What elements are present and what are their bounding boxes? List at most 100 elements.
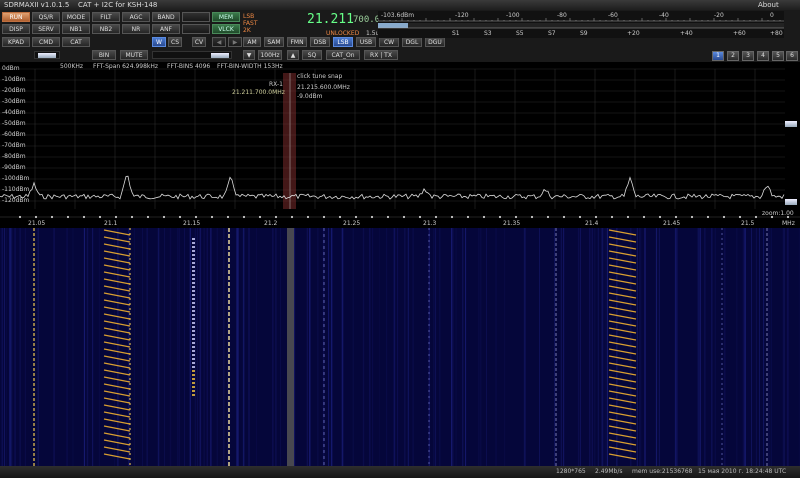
- db-label: -30dBm: [2, 98, 26, 105]
- blank-button-1[interactable]: [182, 12, 210, 22]
- filter-indicator: 2K: [243, 27, 251, 34]
- cmd-button[interactable]: CMD: [32, 37, 60, 47]
- freq-label: 21.1: [104, 220, 118, 227]
- mute-button[interactable]: MUTE: [120, 50, 148, 60]
- freq-label: 21.45: [663, 220, 681, 227]
- left-arrow-icon[interactable]: ◀: [212, 37, 226, 47]
- bin-button[interactable]: BIN: [92, 50, 116, 60]
- app-title: SDRMAXII v1.0.1.5: [4, 1, 70, 9]
- title-bar: SDRMAXII v1.0.1.5 CAT + I2C for KSH-148 …: [0, 0, 800, 18]
- zoom-label: zoom:1.00: [762, 210, 794, 217]
- spectrum-display[interactable]: 500KHz FFT-Span 624.998kHz FFT-BINS 4096…: [0, 63, 800, 228]
- db-label: -100dBm: [2, 175, 30, 182]
- spectrum-level-handle[interactable]: [785, 121, 797, 127]
- lsb-button[interactable]: LSB: [333, 37, 353, 47]
- vlck-button[interactable]: VLCK: [212, 24, 240, 34]
- mem-button[interactable]: MEM: [212, 12, 240, 22]
- cat-button[interactable]: CAT: [62, 37, 90, 47]
- right-arrow-icon[interactable]: ▶: [228, 37, 242, 47]
- rx-frequency-label: 21.211.700.0MHz: [232, 89, 285, 96]
- sq-button[interactable]: SQ: [302, 50, 322, 60]
- filt-button[interactable]: FILT: [92, 12, 120, 22]
- db-label: -60dBm: [2, 131, 26, 138]
- kpad-button[interactable]: KPAD: [2, 37, 30, 47]
- mode-indicator: LSB: [243, 13, 255, 20]
- blank-button-2[interactable]: [182, 24, 210, 34]
- smeter-s-label: S5: [516, 30, 524, 37]
- dsb-button[interactable]: DSB: [310, 37, 330, 47]
- smeter-dbm-label: -60: [608, 12, 618, 19]
- smeter-s-label: +80: [770, 30, 783, 37]
- nb1-button[interactable]: NB1: [62, 24, 90, 34]
- smeter-s-label: S9: [580, 30, 588, 37]
- db-label: -10dBm: [2, 76, 26, 83]
- nr-button[interactable]: NR: [122, 24, 150, 34]
- cat-on-button[interactable]: CAT_On: [326, 50, 360, 60]
- usb-button[interactable]: USB: [356, 37, 376, 47]
- freq-label: 21.3: [423, 220, 437, 227]
- memory-status: mem use:21536768: [632, 468, 693, 475]
- waterfall-plot[interactable]: [0, 228, 800, 466]
- dgl-button[interactable]: DGL: [402, 37, 422, 47]
- vfo-sub-frequency[interactable]: 700.0: [353, 15, 380, 25]
- mode-button[interactable]: MODE: [62, 12, 90, 22]
- smeter-dbm-label: 0: [770, 12, 774, 19]
- page-button-4[interactable]: 4: [757, 51, 769, 61]
- page-button-2[interactable]: 2: [727, 51, 739, 61]
- am-button[interactable]: AM: [243, 37, 261, 47]
- smeter-s-label: S3: [484, 30, 492, 37]
- resolution-status: 1280*765: [556, 468, 586, 475]
- fft-binwidth-info: FFT-BIN-WIDTH 153Hz: [217, 63, 283, 70]
- db-label: -120dBm: [2, 197, 30, 204]
- band-button[interactable]: BAND: [152, 12, 180, 22]
- fmn-button[interactable]: FMN: [287, 37, 307, 47]
- sam-button[interactable]: SAM: [264, 37, 284, 47]
- freq-label: 21.05: [28, 220, 46, 227]
- freq-label: 21.2: [264, 220, 278, 227]
- rx-label: RX-1: [269, 81, 283, 88]
- smeter-dbm-label: -40: [659, 12, 669, 19]
- page-button-1[interactable]: 1: [712, 51, 724, 61]
- cv-button[interactable]: CV: [192, 37, 206, 47]
- smeter-dbm-readout: -103.6dBm: [381, 12, 415, 19]
- anf-button[interactable]: ANF: [152, 24, 180, 34]
- page-button-6[interactable]: 6: [786, 51, 798, 61]
- drive-slider[interactable]: [34, 51, 60, 59]
- step-100hz-button[interactable]: 100Hz: [258, 50, 282, 60]
- qsr-button[interactable]: QS/R: [32, 12, 60, 22]
- smeter-s-label: +20: [627, 30, 640, 37]
- freq-label: 21.4: [585, 220, 599, 227]
- freq-label: 21.15: [183, 220, 201, 227]
- fft-bins-info: FFT-BINS 4096: [167, 63, 211, 70]
- smeter-s-label: S1: [452, 30, 460, 37]
- waterfall-display[interactable]: [0, 228, 800, 466]
- db-label: -20dBm: [2, 87, 26, 94]
- nb2-button[interactable]: NB2: [92, 24, 120, 34]
- serv-button[interactable]: SERV: [32, 24, 60, 34]
- dgu-button[interactable]: DGU: [425, 37, 445, 47]
- db-label: -90dBm: [2, 164, 26, 171]
- freq-label: 21.35: [503, 220, 521, 227]
- status-bar: 1280*765 2.49Mb/s mem use:21536768 15 ма…: [0, 466, 800, 478]
- vfo-frequency[interactable]: 21.211: [307, 12, 354, 27]
- agc-button[interactable]: AGC: [122, 12, 150, 22]
- datetime-status: 15 мая 2010 г. 18:24:48 UTC: [698, 468, 787, 475]
- db-label: -80dBm: [2, 153, 26, 160]
- tune-level-label: -9.0dBm: [297, 93, 323, 100]
- rx-tx-button[interactable]: RX | TX: [364, 50, 398, 60]
- w-button[interactable]: W: [152, 37, 166, 47]
- filter-down-icon[interactable]: ▼: [243, 50, 255, 60]
- disp-button[interactable]: DISP: [2, 24, 30, 34]
- page-button-3[interactable]: 3: [742, 51, 754, 61]
- cw-button[interactable]: CW: [379, 37, 399, 47]
- volume-slider[interactable]: [152, 51, 232, 59]
- spectrum-plot[interactable]: [0, 63, 800, 228]
- page-button-5[interactable]: 5: [772, 51, 784, 61]
- freq-label: 21.5: [741, 220, 755, 227]
- run-button[interactable]: RUN: [2, 12, 30, 22]
- db-label: -40dBm: [2, 109, 26, 116]
- db-label: -110dBm: [2, 186, 30, 193]
- spectrum-floor-handle[interactable]: [785, 199, 797, 205]
- filter-up-icon[interactable]: ▲: [287, 50, 299, 60]
- cs-button[interactable]: CS: [168, 37, 182, 47]
